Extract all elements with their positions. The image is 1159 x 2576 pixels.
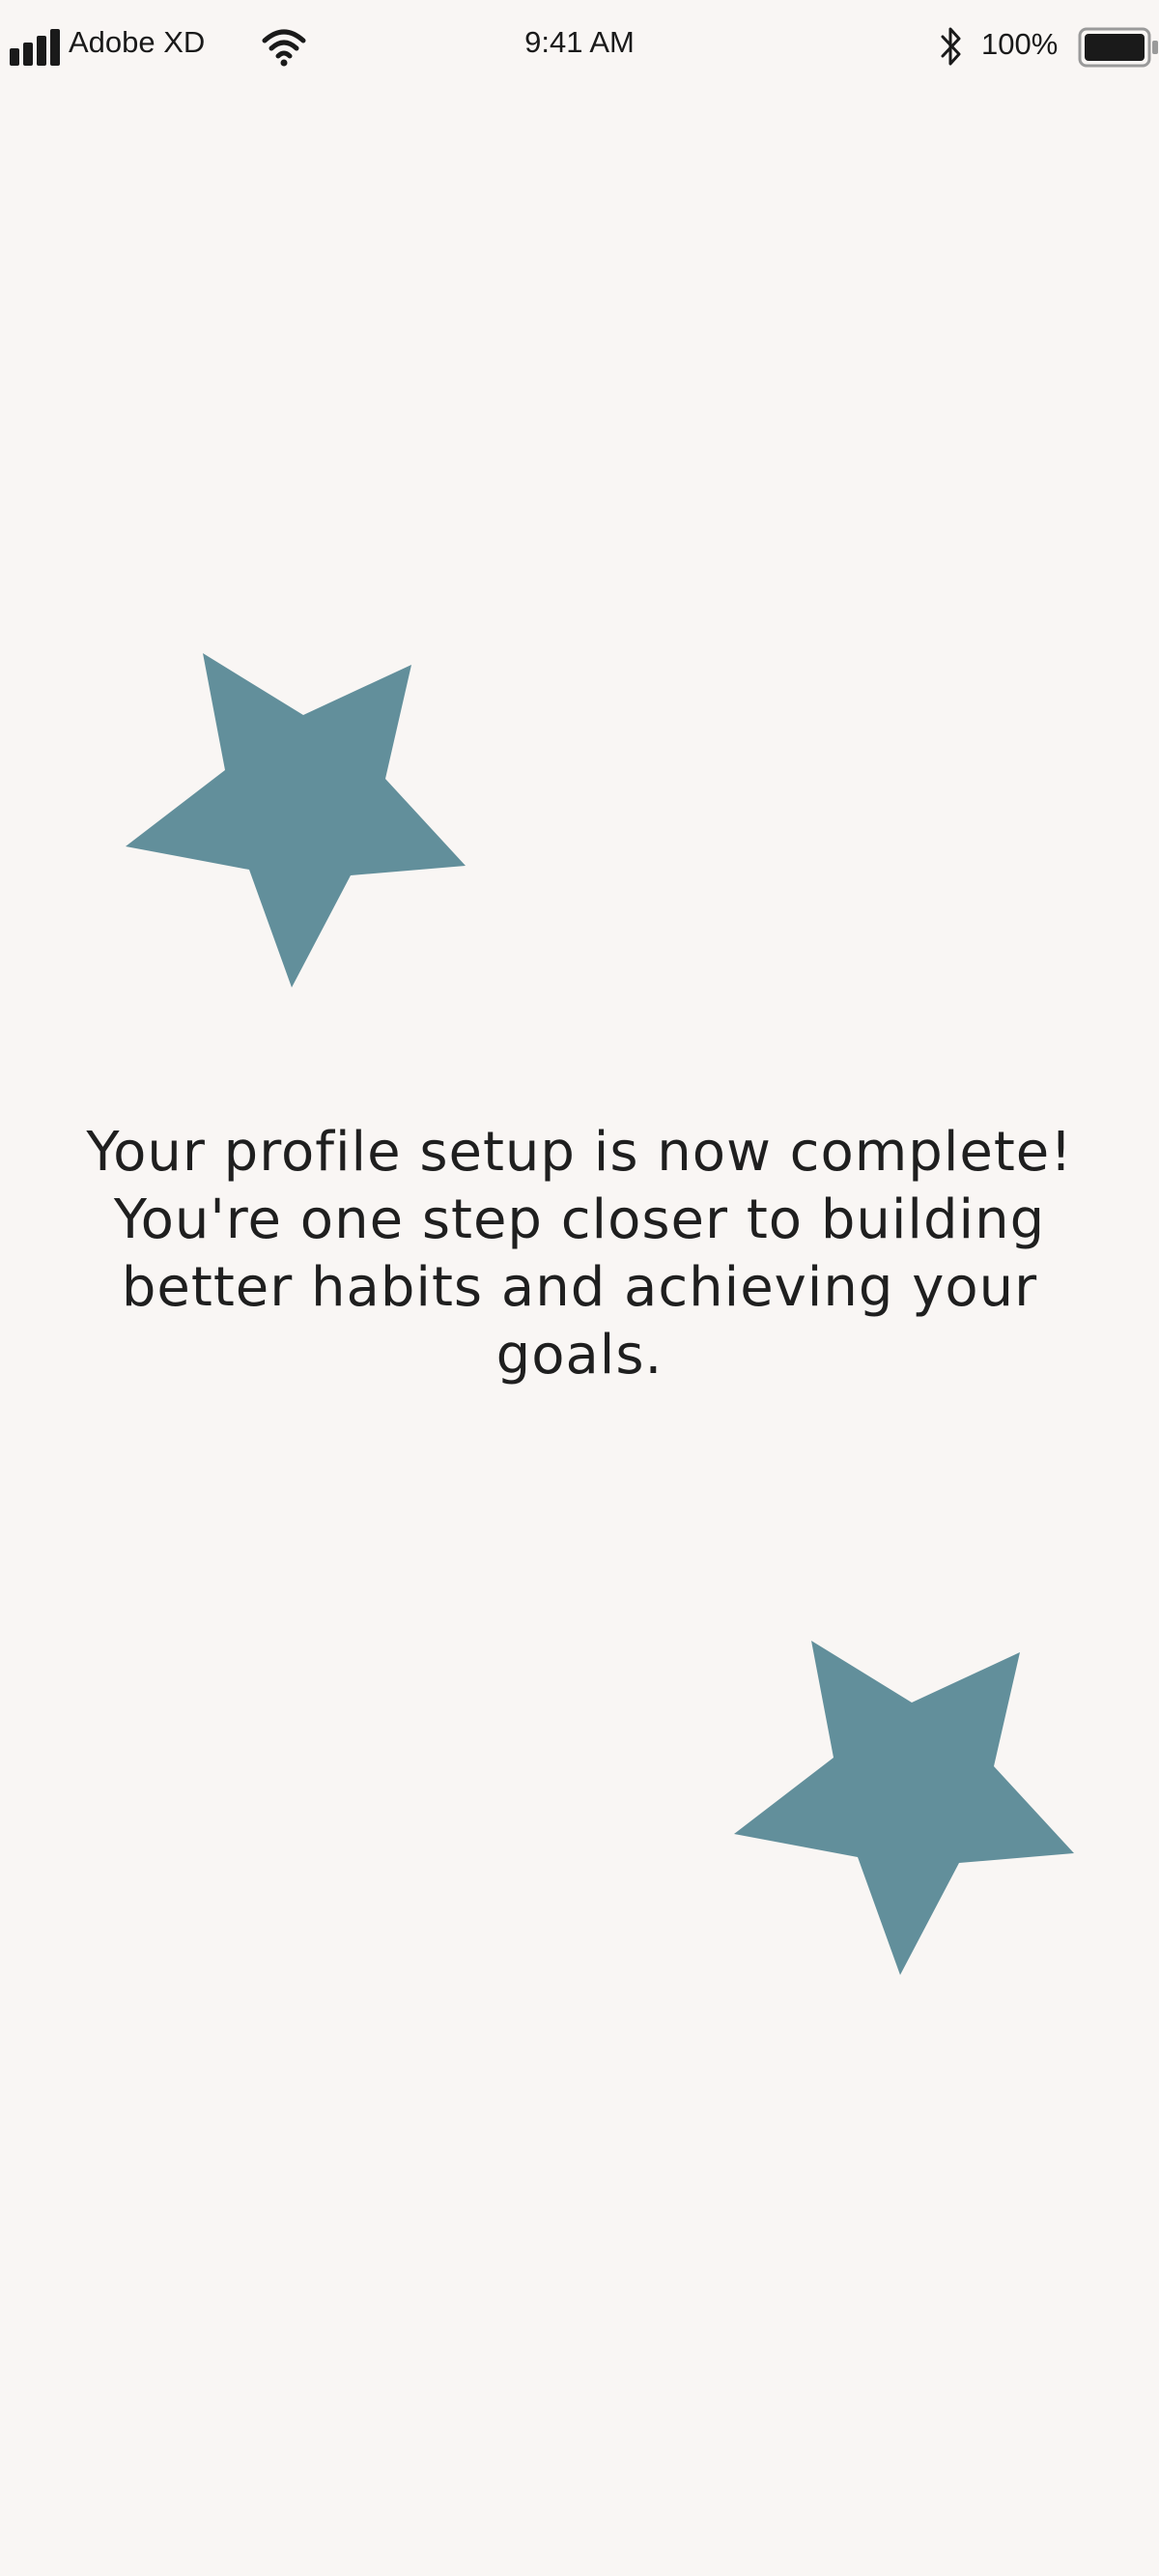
status-bar: Adobe XD 9:41 AM 100% bbox=[0, 0, 1159, 93]
completion-screen: { "status_bar": { "carrier": "Adobe XD",… bbox=[0, 0, 1159, 2576]
battery-percentage: 100% bbox=[981, 27, 1059, 61]
battery-icon bbox=[1078, 27, 1158, 68]
completion-message: Your profile setup is now complete! You'… bbox=[58, 1119, 1101, 1389]
completion-subtitle: You're one step closer to building bette… bbox=[113, 1188, 1046, 1387]
star-icon bbox=[734, 1641, 1074, 1975]
completion-title: Your profile setup is now complete! bbox=[86, 1121, 1073, 1184]
star-icon bbox=[126, 653, 466, 987]
bluetooth-icon bbox=[941, 27, 961, 66]
